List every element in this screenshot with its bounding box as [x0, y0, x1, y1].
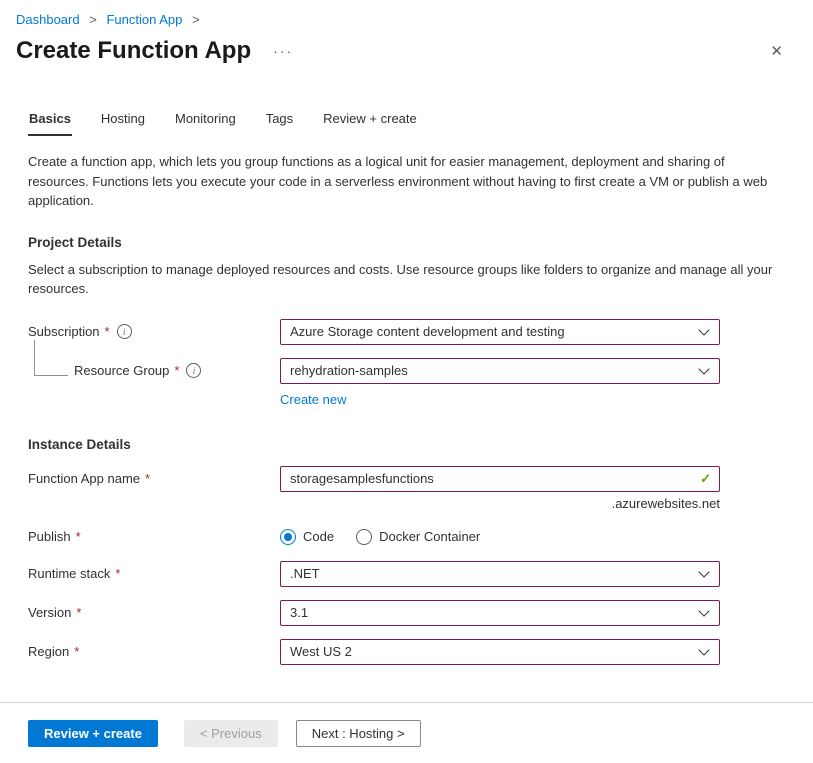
- resource-group-dropdown[interactable]: rehydration-samples: [280, 358, 720, 384]
- page-title: Create Function App: [16, 37, 251, 65]
- next-hosting-button[interactable]: Next : Hosting >: [296, 720, 421, 747]
- domain-suffix-row: .azurewebsites.net: [28, 496, 785, 511]
- project-details-description: Select a subscription to manage deployed…: [28, 260, 785, 299]
- required-asterisk: *: [74, 644, 79, 659]
- resource-group-label: Resource Group * i: [28, 363, 280, 378]
- valid-check-icon: ✓: [700, 471, 711, 487]
- review-create-button[interactable]: Review + create: [28, 720, 158, 747]
- radio-unselected-icon: [356, 529, 372, 545]
- runtime-stack-dropdown[interactable]: .NET: [280, 561, 720, 587]
- chevron-down-icon: [698, 566, 709, 577]
- tab-basics[interactable]: Basics: [28, 111, 72, 136]
- region-label: Region *: [28, 644, 280, 659]
- function-app-name-label-text: Function App name: [28, 471, 140, 486]
- project-details-form: Subscription * i Azure Storage content d…: [28, 319, 785, 407]
- radio-selected-icon: [280, 529, 296, 545]
- required-asterisk: *: [115, 566, 120, 581]
- previous-button[interactable]: < Previous: [184, 720, 278, 747]
- info-icon[interactable]: i: [186, 363, 201, 378]
- publish-radio-group: Code Docker Container: [280, 529, 720, 545]
- runtime-stack-label-text: Runtime stack: [28, 566, 110, 581]
- subscription-label: Subscription * i: [28, 324, 280, 339]
- wizard-footer: Review + create < Previous Next : Hostin…: [0, 702, 813, 763]
- create-new-row: Create new: [28, 392, 785, 407]
- create-function-app-blade: Dashboard > Function App > Create Functi…: [0, 0, 813, 763]
- function-app-name-row: Function App name * ✓: [28, 466, 785, 492]
- blade-header: Create Function App ··· ✕: [16, 37, 797, 65]
- publish-label-text: Publish: [28, 529, 71, 544]
- chevron-down-icon: [698, 644, 709, 655]
- instance-details-heading: Instance Details: [28, 437, 785, 452]
- radio-code[interactable]: Code: [280, 529, 334, 545]
- runtime-stack-row: Runtime stack * .NET: [28, 561, 785, 587]
- breadcrumb: Dashboard > Function App >: [16, 12, 797, 27]
- tab-monitoring[interactable]: Monitoring: [174, 111, 237, 136]
- version-label-text: Version: [28, 605, 71, 620]
- project-details-heading: Project Details: [28, 235, 785, 250]
- radio-docker-container[interactable]: Docker Container: [356, 529, 480, 545]
- required-asterisk: *: [105, 324, 110, 339]
- chevron-down-icon: [698, 324, 709, 335]
- version-dropdown[interactable]: 3.1: [280, 600, 720, 626]
- close-icon[interactable]: ✕: [770, 42, 783, 60]
- info-icon[interactable]: i: [117, 324, 132, 339]
- resource-group-value: rehydration-samples: [290, 363, 408, 378]
- required-asterisk: *: [76, 529, 81, 544]
- version-value: 3.1: [290, 605, 308, 620]
- version-label: Version *: [28, 605, 280, 620]
- breadcrumb-link-function-app[interactable]: Function App: [106, 12, 182, 27]
- tab-bar: Basics Hosting Monitoring Tags Review + …: [28, 111, 785, 136]
- radio-docker-label: Docker Container: [379, 529, 480, 544]
- subscription-value: Azure Storage content development and te…: [290, 324, 565, 339]
- hierarchy-connector-line: [34, 340, 68, 376]
- domain-suffix-text: .azurewebsites.net: [280, 496, 720, 511]
- more-options-icon[interactable]: ···: [273, 43, 293, 59]
- publish-row: Publish * Code Docker Container: [28, 529, 785, 545]
- intro-text: Create a function app, which lets you gr…: [28, 152, 785, 211]
- chevron-down-icon: [698, 605, 709, 616]
- region-label-text: Region: [28, 644, 69, 659]
- publish-label: Publish *: [28, 529, 280, 544]
- breadcrumb-separator: >: [192, 12, 200, 27]
- resource-group-label-text: Resource Group: [74, 363, 169, 378]
- required-asterisk: *: [76, 605, 81, 620]
- region-value: West US 2: [290, 644, 352, 659]
- tab-tags[interactable]: Tags: [265, 111, 294, 136]
- breadcrumb-link-dashboard[interactable]: Dashboard: [16, 12, 80, 27]
- breadcrumb-separator: >: [89, 12, 97, 27]
- subscription-dropdown[interactable]: Azure Storage content development and te…: [280, 319, 720, 345]
- function-app-name-input[interactable]: [280, 466, 720, 492]
- region-row: Region * West US 2: [28, 639, 785, 665]
- runtime-stack-value: .NET: [290, 566, 320, 581]
- version-row: Version * 3.1: [28, 600, 785, 626]
- tab-hosting[interactable]: Hosting: [100, 111, 146, 136]
- instance-details-form: Function App name * ✓ .azurewebsites.net: [28, 466, 785, 665]
- chevron-down-icon: [698, 363, 709, 374]
- required-asterisk: *: [145, 471, 150, 486]
- radio-code-label: Code: [303, 529, 334, 544]
- create-new-link[interactable]: Create new: [280, 392, 346, 407]
- required-asterisk: *: [174, 363, 179, 378]
- subscription-row: Subscription * i Azure Storage content d…: [28, 319, 785, 345]
- function-app-name-label: Function App name *: [28, 471, 280, 486]
- region-dropdown[interactable]: West US 2: [280, 639, 720, 665]
- tab-review-create[interactable]: Review + create: [322, 111, 418, 136]
- subscription-label-text: Subscription: [28, 324, 100, 339]
- resource-group-row: Resource Group * i rehydration-samples: [28, 358, 785, 384]
- runtime-stack-label: Runtime stack *: [28, 566, 280, 581]
